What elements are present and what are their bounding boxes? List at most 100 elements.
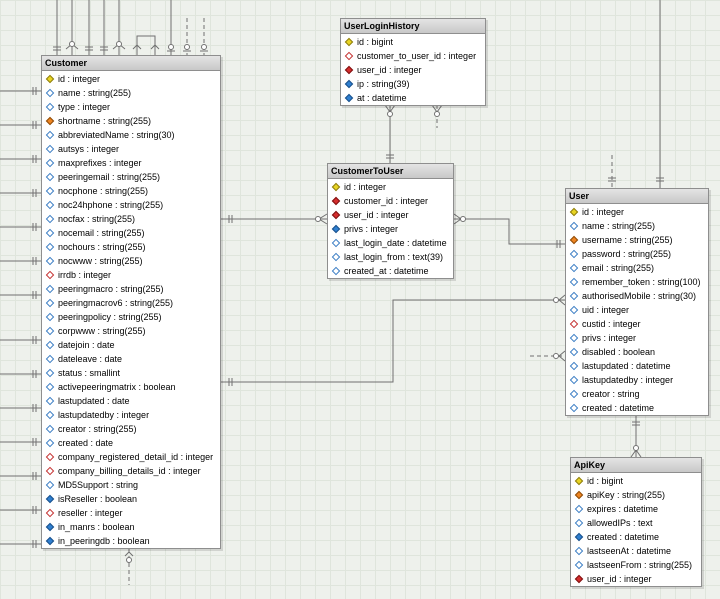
column-label: custid : integer [582,319,641,329]
column-row[interactable]: ip : string(39) [341,77,485,91]
column-row[interactable]: company_billing_details_id : integer [42,464,220,478]
column-label: email : string(255) [582,263,655,273]
column-row[interactable]: apiKey : string(255) [571,488,701,502]
column-key-icon [45,144,55,154]
column-row[interactable]: isReseller : boolean [42,492,220,506]
column-row[interactable]: abbreviatedName : string(30) [42,128,220,142]
column-row[interactable]: privs : integer [328,222,453,236]
column-row[interactable]: authorisedMobile : string(30) [566,289,708,303]
column-row[interactable]: type : integer [42,100,220,114]
column-row[interactable]: company_registered_detail_id : integer [42,450,220,464]
column-row[interactable]: at : datetime [341,91,485,105]
column-row[interactable]: user_id : integer [341,63,485,77]
column-row[interactable]: irrdb : integer [42,268,220,282]
column-key-icon [45,410,55,420]
column-label: user_id : integer [357,65,422,75]
column-row[interactable]: privs : integer [566,331,708,345]
column-row[interactable]: email : string(255) [566,261,708,275]
customer-to-user-table[interactable]: CustomerToUser id : integer customer_id :… [327,163,454,279]
column-label: expires : datetime [587,504,659,514]
column-row[interactable]: allowedIPs : text [571,516,701,530]
column-row[interactable]: nocemail : string(255) [42,226,220,240]
column-key-icon [344,79,354,89]
column-row[interactable]: name : string(255) [42,86,220,100]
column-row[interactable]: id : integer [42,72,220,86]
column-row[interactable]: remember_token : string(100) [566,275,708,289]
column-key-icon [45,256,55,266]
column-key-icon [569,347,579,357]
user-login-history-table[interactable]: UserLoginHistory id : bigint customer_to_… [340,18,486,106]
customer-table[interactable]: Customer id : integer name : string(255) t… [41,55,221,549]
column-row[interactable]: peeringmacro : string(255) [42,282,220,296]
user-table[interactable]: User id : integer name : string(255) usern… [565,188,709,416]
column-label: last_login_date : datetime [344,238,447,248]
column-row[interactable]: uid : integer [566,303,708,317]
column-row[interactable]: created_at : datetime [328,264,453,278]
column-row[interactable]: in_manrs : boolean [42,520,220,534]
column-row[interactable]: in_peeringdb : boolean [42,534,220,548]
column-row[interactable]: dateleave : date [42,352,220,366]
column-label: company_billing_details_id : integer [58,466,201,476]
column-row[interactable]: lastupdatedby : integer [566,373,708,387]
column-label: lastupdatedby : integer [58,410,150,420]
column-row[interactable]: lastupdatedby : integer [42,408,220,422]
column-row[interactable]: autsys : integer [42,142,220,156]
column-row[interactable]: user_id : integer [571,572,701,586]
column-key-icon [45,354,55,364]
column-row[interactable]: peeringpolicy : string(255) [42,310,220,324]
column-row[interactable]: datejoin : date [42,338,220,352]
column-row[interactable]: id : integer [566,205,708,219]
column-row[interactable]: created : datetime [566,401,708,415]
api-key-table[interactable]: ApiKey id : bigint apiKey : string(255) ex… [570,457,702,587]
column-label: customer_id : integer [344,196,429,206]
column-row[interactable]: shortname : string(255) [42,114,220,128]
column-row[interactable]: created : datetime [571,530,701,544]
column-row[interactable]: noc24hphone : string(255) [42,198,220,212]
column-label: name : string(255) [582,221,656,231]
column-label: username : string(255) [582,235,673,245]
column-row[interactable]: nocfax : string(255) [42,212,220,226]
column-row[interactable]: nocwww : string(255) [42,254,220,268]
column-row[interactable]: last_login_from : text(39) [328,250,453,264]
column-row[interactable]: customer_to_user_id : integer [341,49,485,63]
column-row[interactable]: password : string(255) [566,247,708,261]
column-row[interactable]: corpwww : string(255) [42,324,220,338]
column-row[interactable]: lastupdated : datetime [566,359,708,373]
column-row[interactable]: lastseenFrom : string(255) [571,558,701,572]
column-label: nocphone : string(255) [58,186,149,196]
column-row[interactable]: id : bigint [341,35,485,49]
column-row[interactable]: user_id : integer [328,208,453,222]
column-key-icon [331,210,341,220]
column-row[interactable]: disabled : boolean [566,345,708,359]
column-row[interactable]: creator : string [566,387,708,401]
column-row[interactable]: custid : integer [566,317,708,331]
column-key-icon [569,207,579,217]
column-label: irrdb : integer [58,270,112,280]
column-row[interactable]: MD5Support : string [42,478,220,492]
column-row[interactable]: expires : datetime [571,502,701,516]
column-row[interactable]: peeringmacrov6 : string(255) [42,296,220,310]
column-key-icon [574,476,584,486]
column-row[interactable]: customer_id : integer [328,194,453,208]
column-row[interactable]: id : integer [328,180,453,194]
column-label: datejoin : date [58,340,115,350]
column-row[interactable]: created : date [42,436,220,450]
column-label: at : datetime [357,93,407,103]
column-row[interactable]: status : smallint [42,366,220,380]
column-row[interactable]: activepeeringmatrix : boolean [42,380,220,394]
column-row[interactable]: lastupdated : date [42,394,220,408]
column-key-icon [344,93,354,103]
column-row[interactable]: last_login_date : datetime [328,236,453,250]
column-row[interactable]: name : string(255) [566,219,708,233]
column-label: peeringpolicy : string(255) [58,312,162,322]
column-row[interactable]: username : string(255) [566,233,708,247]
column-row[interactable]: nochours : string(255) [42,240,220,254]
column-label: created : datetime [587,532,660,542]
column-row[interactable]: lastseenAt : datetime [571,544,701,558]
column-row[interactable]: maxprefixes : integer [42,156,220,170]
column-row[interactable]: creator : string(255) [42,422,220,436]
column-row[interactable]: nocphone : string(255) [42,184,220,198]
column-row[interactable]: reseller : integer [42,506,220,520]
column-row[interactable]: id : bigint [571,474,701,488]
column-row[interactable]: peeringemail : string(255) [42,170,220,184]
